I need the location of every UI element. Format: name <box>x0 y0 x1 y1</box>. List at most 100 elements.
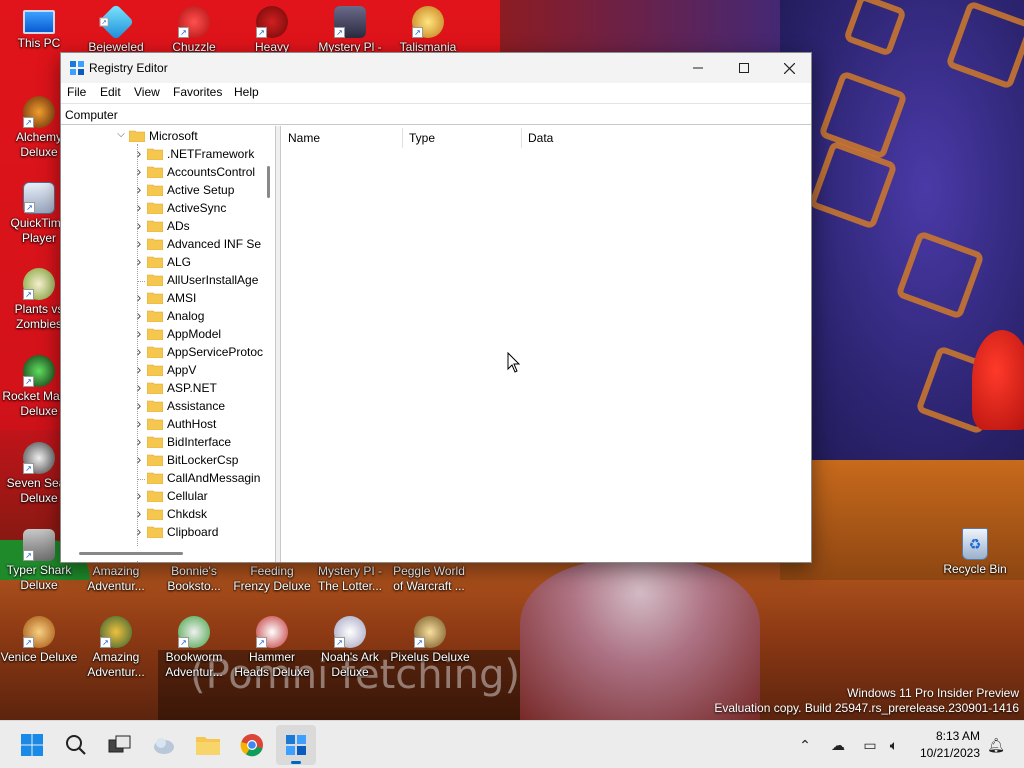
active-indicator <box>291 761 301 764</box>
close-button[interactable] <box>766 53 812 83</box>
menu-edit[interactable]: Edit <box>100 85 121 99</box>
desktop-icon-amazing-adventures-2[interactable]: ↗ Amazing Adventur... <box>77 616 155 680</box>
maximize-button[interactable] <box>721 53 767 83</box>
mouse-cursor-icon <box>507 352 521 373</box>
title-bar[interactable]: Registry Editor <box>61 53 811 83</box>
chevron-right-icon[interactable]: › <box>133 217 145 233</box>
column-header-type[interactable]: Type <box>402 126 435 150</box>
network-icon[interactable]: ▭ <box>860 735 880 755</box>
pixelus-icon: ↗ <box>414 616 446 648</box>
folder-icon <box>147 202 163 214</box>
venice-icon: ↗ <box>23 616 55 648</box>
registry-tree[interactable]: ⌵ Microsoft › .NETFramework › AccountsContr… <box>61 126 277 562</box>
chevron-right-icon[interactable]: › <box>133 199 145 215</box>
chevron-right-icon[interactable]: › <box>133 433 145 449</box>
desktop-icon-mystery-pi[interactable]: ↗ Mystery Pl - <box>311 6 389 55</box>
desktop-icon-noahs-ark[interactable]: ↗ Noah's Ark Deluxe <box>311 616 389 680</box>
folder-icon <box>147 490 163 502</box>
folder-icon <box>147 292 163 304</box>
plants-vs-zombies-icon: ↗ <box>23 268 55 300</box>
tree-horizontal-scrollbar[interactable] <box>61 547 275 561</box>
desktop-icon-pixelus[interactable]: ↗ Pixelus Deluxe <box>389 616 471 665</box>
maximize-icon <box>739 63 749 73</box>
desktop-icon-venice[interactable]: ↗ Venice Deluxe <box>0 616 78 665</box>
desktop-icon-this-pc[interactable]: This PC <box>0 6 78 51</box>
chevron-right-icon[interactable]: › <box>133 523 145 539</box>
chevron-right-icon[interactable]: › <box>133 181 145 197</box>
volume-icon[interactable]: 🔈︎ <box>884 735 904 755</box>
notification-bell-icon[interactable]: 🔔︎ <box>986 735 1006 755</box>
talismania-icon: ↗ <box>412 6 444 38</box>
folder-icon <box>147 256 163 268</box>
chevron-right-icon[interactable]: › <box>133 415 145 431</box>
desktop-icon-peggle-wow[interactable]: Peggle World of Warcraft ... <box>389 564 469 594</box>
monitor-icon <box>23 10 55 34</box>
folder-icon <box>147 346 163 358</box>
minimize-icon <box>693 67 703 69</box>
scrollbar-thumb[interactable] <box>267 166 270 198</box>
desktop-icon-hammer-heads[interactable]: ↗ Hammer Heads Deluxe <box>233 616 311 680</box>
desktop-icon-amazing-adventures-1[interactable]: Amazing Adventur... <box>77 564 155 594</box>
chevron-right-icon[interactable]: › <box>133 397 145 413</box>
desktop-icon-bonnies-bookstore[interactable]: Bonnie's Booksto... <box>155 564 233 594</box>
chevron-right-icon[interactable]: › <box>133 325 145 341</box>
amazing-adventures-icon: ↗ <box>100 616 132 648</box>
search-button[interactable] <box>56 725 96 765</box>
scrollbar-thumb[interactable] <box>79 552 183 555</box>
folder-icon <box>147 184 163 196</box>
folder-icon <box>147 148 163 160</box>
minimize-button[interactable] <box>675 53 721 83</box>
chrome-button[interactable] <box>232 725 272 765</box>
registry-editor-taskbar-button[interactable] <box>276 725 316 765</box>
folder-icon <box>147 382 163 394</box>
chevron-right-icon[interactable]: › <box>133 289 145 305</box>
clock[interactable]: 8:13 AM 10/21/2023 <box>920 728 980 762</box>
chevron-down-icon[interactable]: ⌵ <box>115 129 127 143</box>
desktop-icon-feeding-frenzy[interactable]: Feeding Frenzy Deluxe <box>233 564 311 594</box>
chevron-right-icon[interactable]: › <box>133 451 145 467</box>
start-button[interactable] <box>12 725 52 765</box>
column-header-name[interactable]: Name <box>281 126 320 150</box>
onedrive-icon[interactable]: ☁ <box>828 735 848 755</box>
desktop-icon-talismania[interactable]: ↗ Talismania <box>389 6 467 55</box>
folder-icon <box>147 472 163 484</box>
values-list[interactable]: Name Type Data <box>281 126 811 562</box>
column-header-data[interactable]: Data <box>521 126 553 150</box>
desktop-icon-bejeweled[interactable]: ↗ Bejeweled <box>77 3 155 55</box>
chevron-right-icon[interactable]: › <box>133 253 145 269</box>
show-hidden-icons-chevron-up-icon[interactable]: ⌃ <box>795 735 815 755</box>
chevron-right-icon[interactable]: › <box>133 505 145 521</box>
address-input[interactable] <box>65 106 805 124</box>
noahs-ark-icon: ↗ <box>334 616 366 648</box>
desktop-icon-bookworm[interactable]: ↗ Bookworm Adventur... <box>155 616 233 680</box>
tree-vertical-scrollbar[interactable] <box>263 126 275 546</box>
menu-view[interactable]: View <box>134 85 160 99</box>
desktop-icon-recycle-bin[interactable]: ♻ Recycle Bin <box>936 528 1014 577</box>
chevron-right-icon[interactable]: › <box>133 379 145 395</box>
menu-file[interactable]: File <box>67 85 86 99</box>
chevron-right-icon[interactable]: › <box>133 487 145 503</box>
chevron-right-icon[interactable]: › <box>133 343 145 359</box>
window-title: Registry Editor <box>89 61 168 75</box>
chevron-right-icon[interactable]: › <box>133 307 145 323</box>
windows-watermark: Windows 11 Pro Insider Preview Evaluatio… <box>714 686 1019 715</box>
file-explorer-button[interactable] <box>188 725 228 765</box>
desktop-icon-heavy[interactable]: ↗ Heavy <box>233 6 311 55</box>
chevron-right-icon[interactable]: › <box>133 163 145 179</box>
chevron-right-icon[interactable]: › <box>133 235 145 251</box>
registry-editor-icon <box>286 735 306 755</box>
desktop-icon-chuzzle[interactable]: ↗ Chuzzle <box>155 6 233 55</box>
widgets-button[interactable] <box>144 725 184 765</box>
registry-editor-window[interactable]: Registry Editor File Edit View Favorites… <box>60 52 812 563</box>
desktop-icon-mystery-pi-lottery[interactable]: Mystery PI - The Lotter... <box>311 564 389 594</box>
task-view-button[interactable] <box>100 725 140 765</box>
chevron-right-icon[interactable]: › <box>133 145 145 161</box>
folder-icon <box>147 400 163 412</box>
clock-time: 8:13 AM <box>935 729 980 743</box>
menu-help[interactable]: Help <box>234 85 259 99</box>
chevron-right-icon[interactable]: › <box>133 361 145 377</box>
alchemy-icon: ↗ <box>23 96 55 128</box>
menu-bar: File Edit View Favorites Help <box>61 83 811 103</box>
folder-icon <box>147 274 163 286</box>
menu-favorites[interactable]: Favorites <box>173 85 222 99</box>
